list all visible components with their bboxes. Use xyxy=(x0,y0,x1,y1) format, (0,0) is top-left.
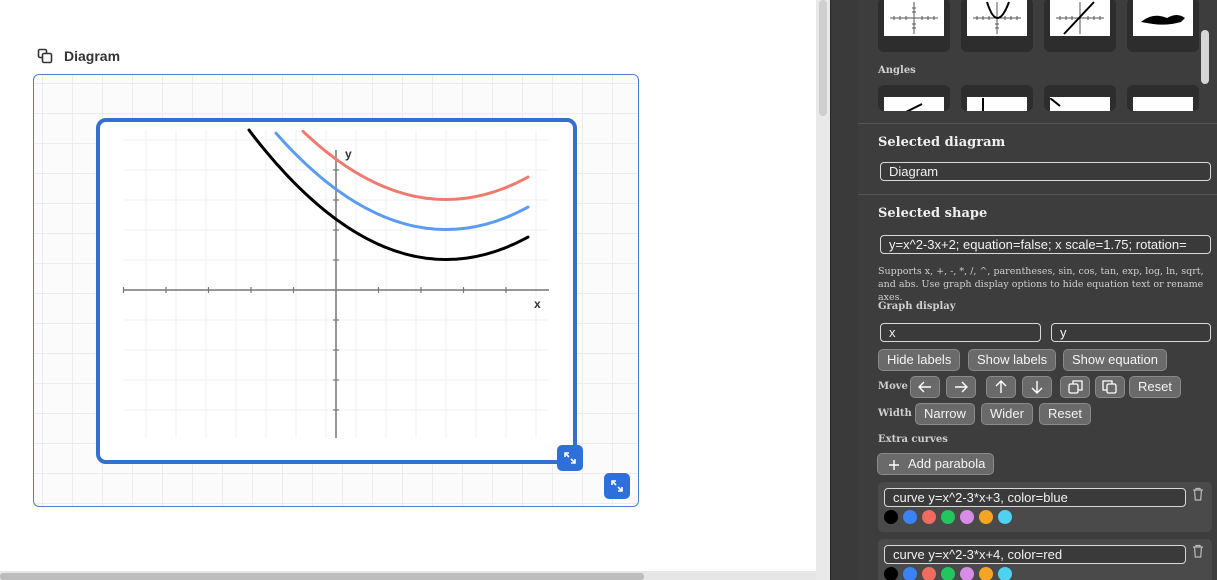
expand-icon xyxy=(564,452,576,464)
resize-diagram-button[interactable] xyxy=(604,473,630,499)
narrow-button[interactable]: Narrow xyxy=(915,403,975,425)
arrow-down-icon xyxy=(1031,381,1043,394)
arrow-right-icon xyxy=(955,381,968,393)
width-label: Width xyxy=(878,408,912,419)
color-swatch[interactable] xyxy=(979,567,993,580)
color-swatch[interactable] xyxy=(884,567,898,580)
color-swatch[interactable] xyxy=(979,510,993,524)
color-swatch[interactable] xyxy=(960,567,974,580)
template-thumb-shape[interactable] xyxy=(1127,0,1199,52)
y-axis-label: y xyxy=(345,147,352,161)
color-swatch[interactable] xyxy=(941,510,955,524)
move-down-button[interactable] xyxy=(1022,376,1052,398)
move-right-button[interactable] xyxy=(946,376,976,398)
add-parabola-button[interactable]: Add parabola xyxy=(877,453,995,475)
selected-diagram-title: Selected diagram xyxy=(878,135,1006,150)
x-axis-label: x xyxy=(534,297,541,311)
delete-curve-trash-icon[interactable] xyxy=(1190,542,1206,560)
move-reset-button[interactable]: Reset xyxy=(1129,376,1181,398)
show-equation-button[interactable]: Show equation xyxy=(1063,349,1168,371)
curve-color-swatches xyxy=(884,567,1012,580)
curve-spec-field[interactable]: curve y=x^2-3*x+3, color=blue xyxy=(884,488,1186,507)
panel-divider xyxy=(858,194,1217,195)
layer-forward-icon xyxy=(1068,380,1083,394)
properties-panel: Angles Selected diagram Diagram Selected… xyxy=(858,0,1217,580)
expand-icon xyxy=(611,480,623,492)
extra-curves-label: Extra curves xyxy=(878,434,948,445)
panel-divider xyxy=(858,123,1217,124)
template-thumb-line[interactable] xyxy=(1044,0,1116,52)
template-thumb-parabola[interactable] xyxy=(961,0,1033,52)
canvas-horizontal-scrollbar[interactable] xyxy=(0,573,644,580)
angle-thumb-1[interactable] xyxy=(878,85,950,111)
selected-shape-title: Selected shape xyxy=(878,206,988,221)
color-swatch[interactable] xyxy=(922,567,936,580)
panel-scrollbar[interactable] xyxy=(1201,30,1209,84)
arrow-up-icon xyxy=(995,380,1007,393)
color-swatch[interactable] xyxy=(998,510,1012,524)
color-swatch[interactable] xyxy=(903,567,917,580)
wider-button[interactable]: Wider xyxy=(981,403,1033,425)
color-swatch[interactable] xyxy=(998,567,1012,580)
diagram-header: Diagram xyxy=(36,47,120,65)
width-reset-button[interactable]: Reset xyxy=(1039,403,1091,425)
curve-spec-field[interactable]: curve y=x^2-3*x+4, color=red xyxy=(884,545,1186,564)
shape-spec-field[interactable]: y=x^2-3x+2; equation=false; x scale=1.75… xyxy=(880,235,1211,254)
curve-color-swatches xyxy=(884,510,1012,524)
angle-thumb-3[interactable] xyxy=(1044,85,1116,111)
panel-resizer[interactable] xyxy=(830,0,858,580)
color-swatch[interactable] xyxy=(903,510,917,524)
template-thumb-grid[interactable] xyxy=(878,0,950,52)
bring-forward-button[interactable] xyxy=(1060,376,1090,398)
color-swatch[interactable] xyxy=(884,510,898,524)
color-swatch[interactable] xyxy=(941,567,955,580)
curve-blue xyxy=(274,131,530,231)
diagram-name-field[interactable]: Diagram xyxy=(880,162,1211,181)
send-backward-button[interactable] xyxy=(1095,376,1125,398)
delete-curve-trash-icon[interactable] xyxy=(1190,485,1206,503)
layer-backward-icon xyxy=(1102,380,1117,394)
angle-thumb-4[interactable] xyxy=(1127,85,1199,111)
diagram-title: Diagram xyxy=(64,48,121,64)
move-up-button[interactable] xyxy=(986,376,1016,398)
show-labels-button[interactable]: Show labels xyxy=(968,349,1057,371)
hide-labels-button[interactable]: Hide labels xyxy=(878,349,961,371)
x-axis-name-field[interactable]: x xyxy=(880,323,1041,342)
graph-curves xyxy=(247,128,530,261)
resize-shape-button[interactable] xyxy=(557,445,583,471)
move-left-button[interactable] xyxy=(910,376,940,398)
plus-icon xyxy=(889,460,899,470)
move-label: Move xyxy=(878,381,908,392)
angle-thumb-2[interactable] xyxy=(961,85,1033,111)
curve-card: curve y=x^2-3*x+3, color=blue xyxy=(878,482,1212,532)
graph-display-label: Graph display xyxy=(878,301,956,312)
angles-section-label: Angles xyxy=(878,65,916,76)
y-axis-name-field[interactable]: y xyxy=(1051,323,1211,342)
color-swatch[interactable] xyxy=(960,510,974,524)
curve-card: curve y=x^2-3*x+4, color=red xyxy=(878,539,1212,580)
shape-help-text: Supports x, +, -, *, /, ^, parentheses, … xyxy=(878,266,1204,303)
arrow-left-icon xyxy=(918,381,931,393)
canvas-vertical-scrollbar[interactable] xyxy=(819,0,827,116)
diagram-copy-icon xyxy=(36,47,54,65)
graph-plot: x y xyxy=(122,128,549,438)
color-swatch[interactable] xyxy=(922,510,936,524)
add-parabola-label: Add parabola xyxy=(908,456,986,471)
